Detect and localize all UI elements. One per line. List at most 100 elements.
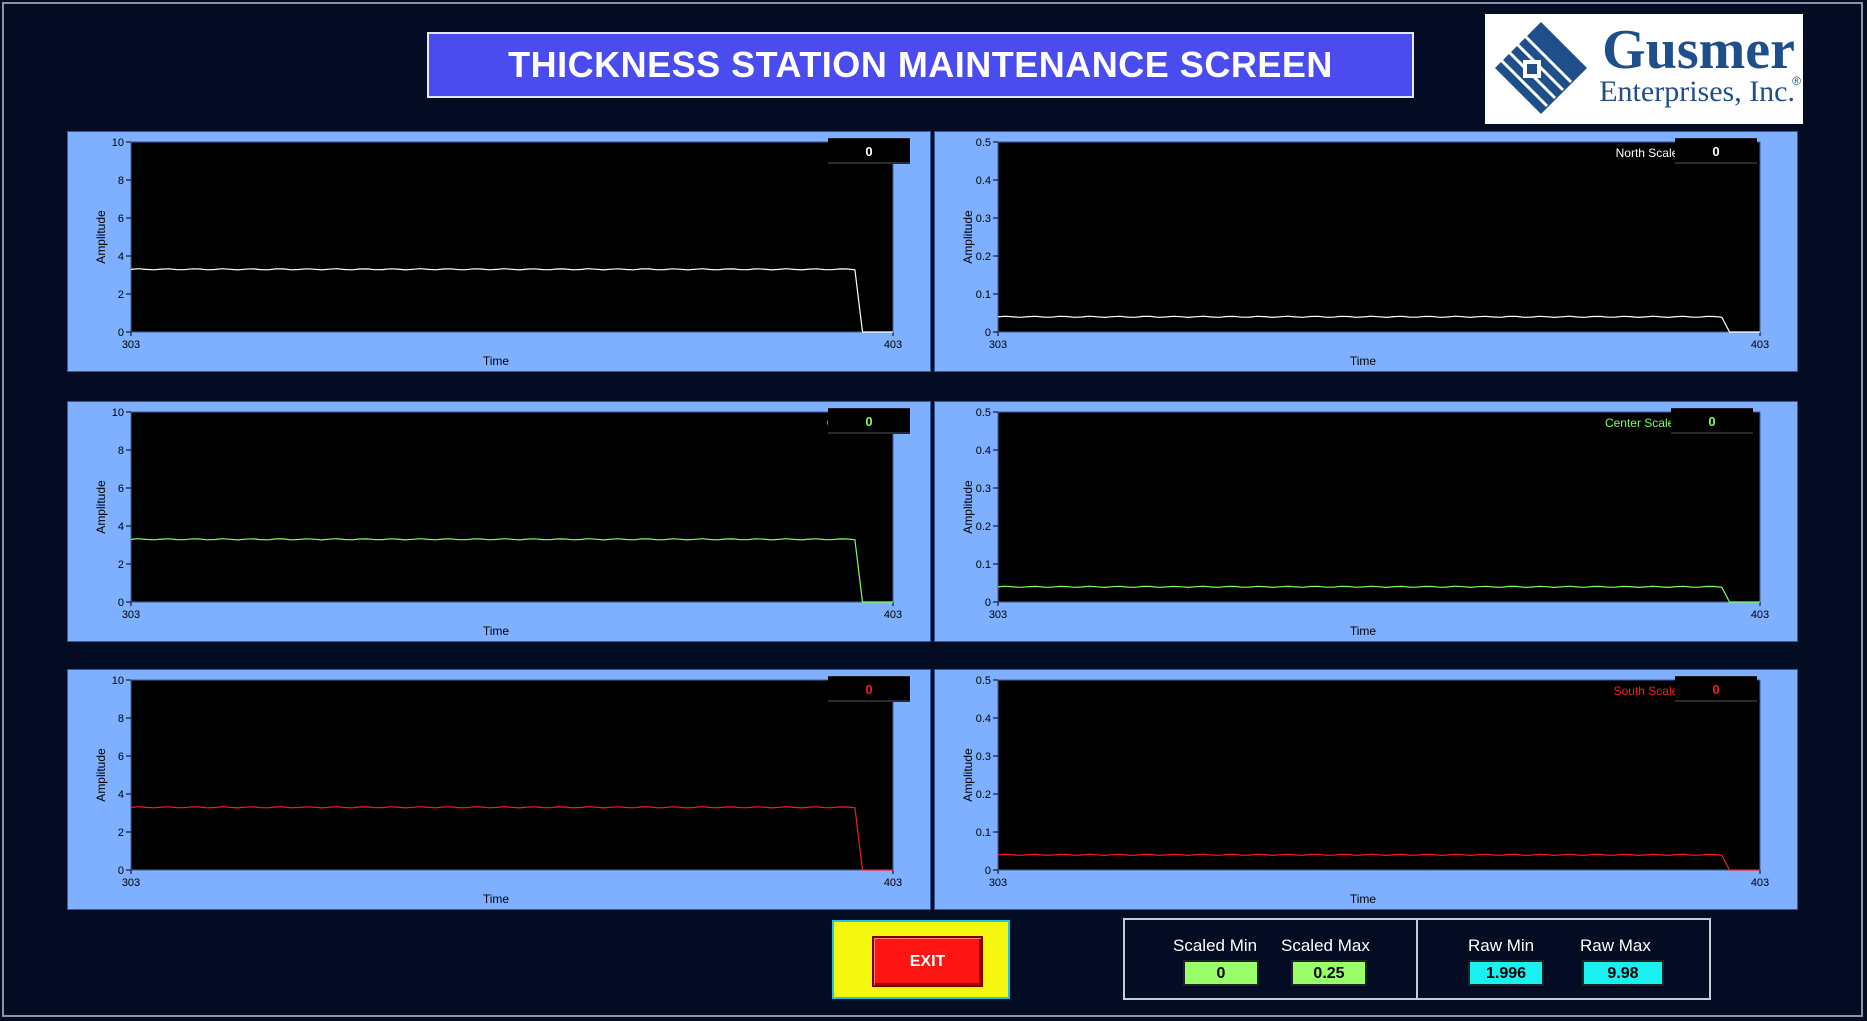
y-tick-label: 10 [112, 675, 124, 687]
scaled-limits-box: Scaled Min 0 Scaled Max 0.25 [1123, 918, 1418, 1000]
chart-north-scaled: 0 0.1 0.2 0.3 0.4 0.5 303 403 Time Amplitude Nort… [934, 131, 1798, 372]
y-tick-label: 0.2 [976, 251, 991, 263]
y-tick-label: 4 [118, 251, 124, 263]
x-tick-label: 403 [884, 877, 902, 889]
y-tick-label: 0 [985, 327, 991, 339]
south-scaled-label: South Scaled [1613, 684, 1685, 698]
y-tick-label: 0.5 [976, 407, 991, 419]
y-tick-label: 0.4 [976, 175, 991, 187]
y-tick-label: 0.5 [976, 137, 991, 149]
plot-area [130, 411, 894, 603]
y-tick-label: 0.2 [976, 789, 991, 801]
page-title: THICKNESS STATION MAINTENANCE SCREEN [427, 32, 1414, 98]
x-axis-label: Time [1350, 354, 1377, 368]
plot-area [130, 679, 894, 871]
x-tick-label: 403 [884, 339, 902, 351]
y-tick-label: 4 [118, 521, 124, 533]
north-raw-plot: 0 2 4 6 8 10 303 403 Time Amplitude [94, 137, 902, 368]
y-tick-label: 2 [118, 289, 124, 301]
scaled-min-label: Scaled Min [1173, 936, 1258, 955]
y-tick-label: 0.1 [976, 827, 991, 839]
y-tick-label: 0.3 [976, 213, 991, 225]
y-tick-label: 6 [118, 483, 124, 495]
y-axis-label: Amplitude [961, 480, 975, 534]
chart-south-scaled: 0 0.1 0.2 0.3 0.4 0.5 303 403 Time Amplitude Sout… [934, 669, 1798, 910]
center-scaled-label: Center Scaled [1604, 416, 1681, 430]
center-scaled-plot: 0 0.1 0.2 0.3 0.4 0.5 303 403 Time Amplitude [961, 407, 1769, 638]
logo-emblem-icon [1495, 22, 1587, 114]
scaled-max-label: Scaled Max [1281, 936, 1370, 955]
x-tick-label: 403 [1751, 339, 1769, 351]
y-tick-label: 0.1 [976, 559, 991, 571]
x-tick-label: 303 [122, 339, 140, 351]
y-axis-label: Amplitude [961, 210, 975, 264]
north-raw-value: 0 [828, 138, 910, 164]
x-axis-label: Time [1350, 624, 1377, 638]
chart-center-scaled: 0 0.1 0.2 0.3 0.4 0.5 303 403 Time Amplitude Cent… [934, 401, 1798, 642]
y-tick-label: 4 [118, 789, 124, 801]
y-tick-label: 8 [118, 713, 124, 725]
y-tick-label: 0.3 [976, 751, 991, 763]
y-tick-label: 0 [118, 327, 124, 339]
x-axis-label: Time [1350, 892, 1377, 906]
y-axis-label: Amplitude [94, 480, 108, 534]
company-logo: Gusmer Enterprises, Inc. ® [1485, 14, 1803, 124]
x-tick-label: 403 [1751, 877, 1769, 889]
y-tick-label: 8 [118, 175, 124, 187]
south-scaled-value: 0 [1675, 676, 1757, 702]
x-tick-label: 303 [989, 339, 1007, 351]
plot-area [997, 679, 1761, 871]
y-tick-label: 8 [118, 445, 124, 457]
center-raw-value: 0 [828, 408, 910, 434]
x-tick-label: 303 [989, 877, 1007, 889]
plot-area [997, 141, 1761, 333]
plot-area [130, 141, 894, 333]
y-tick-label: 0 [985, 865, 991, 877]
plot-area [997, 411, 1761, 603]
scaled-min-value: 0 [1183, 960, 1259, 986]
exit-button[interactable]: EXIT [872, 936, 983, 987]
center-raw-plot: 0 2 4 6 8 10 303 403 Time Amplitude [94, 407, 902, 638]
raw-min-label: Raw Min [1468, 936, 1535, 955]
south-raw-value: 0 [828, 676, 910, 702]
y-axis-label: Amplitude [94, 748, 108, 802]
x-axis-label: Time [483, 354, 510, 368]
y-tick-label: 0 [118, 597, 124, 609]
x-axis-label: Time [483, 892, 510, 906]
exit-button-frame: EXIT [832, 920, 1010, 999]
logo-registered-mark: ® [1792, 74, 1801, 88]
raw-limits-box: Raw Min 1.996 Raw Max 9.98 [1416, 918, 1711, 1000]
y-tick-label: 0 [985, 597, 991, 609]
y-tick-label: 6 [118, 751, 124, 763]
x-tick-label: 403 [884, 609, 902, 621]
x-tick-label: 303 [989, 609, 1007, 621]
chart-south-raw: 0246810303403TimeAmplitude South Raw 0 [67, 669, 931, 910]
y-tick-label: 2 [118, 827, 124, 839]
raw-min-value: 1.996 [1468, 960, 1544, 986]
x-tick-label: 403 [1751, 609, 1769, 621]
south-scaled-plot: 0 0.1 0.2 0.3 0.4 0.5 303 403 Time Amplitude [961, 675, 1769, 906]
x-tick-label: 303 [122, 609, 140, 621]
north-scaled-label: North Scaled [1615, 146, 1685, 160]
chart-center-raw: 0246810303403TimeAmplitude Center Raw 0 [67, 401, 931, 642]
y-tick-label: 10 [112, 137, 124, 149]
y-axis-label: Amplitude [961, 748, 975, 802]
south-raw-plot: 0 2 4 6 8 10 303 403 Time Amplitude [94, 675, 902, 906]
y-tick-label: 2 [118, 559, 124, 571]
logo-subtitle: Enterprises, Inc. [1599, 75, 1795, 108]
y-tick-label: 0.2 [976, 521, 991, 533]
y-tick-label: 0.4 [976, 713, 991, 725]
y-tick-label: 0.3 [976, 483, 991, 495]
chart-north-raw: 0246810303403TimeAmplitude North Raw 0 [67, 131, 931, 372]
y-tick-label: 6 [118, 213, 124, 225]
y-tick-label: 0.5 [976, 675, 991, 687]
x-axis-label: Time [483, 624, 510, 638]
center-scaled-value: 0 [1671, 408, 1753, 434]
scaled-max-value: 0.25 [1291, 960, 1367, 986]
y-tick-label: 0 [118, 865, 124, 877]
y-tick-label: 0.4 [976, 445, 991, 457]
y-tick-label: 0.1 [976, 289, 991, 301]
north-scaled-value: 0 [1675, 138, 1757, 164]
y-tick-label: 10 [112, 407, 124, 419]
raw-max-value: 9.98 [1582, 960, 1664, 986]
